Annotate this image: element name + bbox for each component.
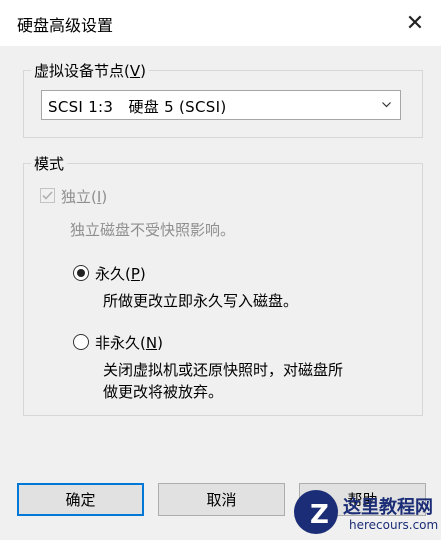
title-bar: 硬盘高级设置 ✕ (0, 0, 441, 46)
persistent-radio[interactable] (73, 265, 89, 281)
watermark-logo: Z (294, 490, 338, 534)
virtual-device-node-value: SCSI 1:3 硬盘 5 (SCSI) (48, 98, 227, 116)
checkmark-icon (42, 191, 53, 200)
persistent-description: 所做更改立即永久写入磁盘。 (103, 292, 299, 310)
cancel-button[interactable]: 取消 (158, 483, 285, 516)
independent-label: 独立(I) (61, 188, 108, 206)
dialog-title: 硬盘高级设置 (17, 16, 114, 35)
ok-button[interactable]: 确定 (17, 483, 144, 516)
close-button[interactable]: ✕ (395, 3, 435, 43)
mode-label: 模式 (31, 153, 68, 174)
nonpersistent-radio[interactable] (73, 334, 89, 350)
nonpersistent-label[interactable]: 非永久(N) (95, 332, 163, 353)
virtual-device-node-select[interactable]: SCSI 1:3 硬盘 5 (SCSI) (41, 90, 401, 120)
watermark-site-url: herecours.com (349, 518, 439, 532)
nonpersistent-description-line1: 关闭虚拟机或还原快照时，对磁盘所 (103, 361, 344, 379)
watermark-logo-letter: Z (310, 500, 329, 530)
independent-description: 独立磁盘不受快照影响。 (70, 221, 236, 239)
persistent-label[interactable]: 永久(P) (95, 263, 146, 284)
site-watermark: Z 这里教程网 herecours.com (291, 487, 441, 540)
radio-selected-dot (77, 269, 85, 277)
virtual-device-node-label: 虚拟设备节点(V) (31, 60, 149, 81)
chevron-down-icon (382, 102, 391, 108)
watermark-site-name: 这里教程网 (343, 497, 433, 518)
close-icon: ✕ (405, 10, 425, 36)
independent-checkbox[interactable] (40, 188, 55, 203)
nonpersistent-description-line2: 做更改将被放弃。 (103, 383, 224, 401)
